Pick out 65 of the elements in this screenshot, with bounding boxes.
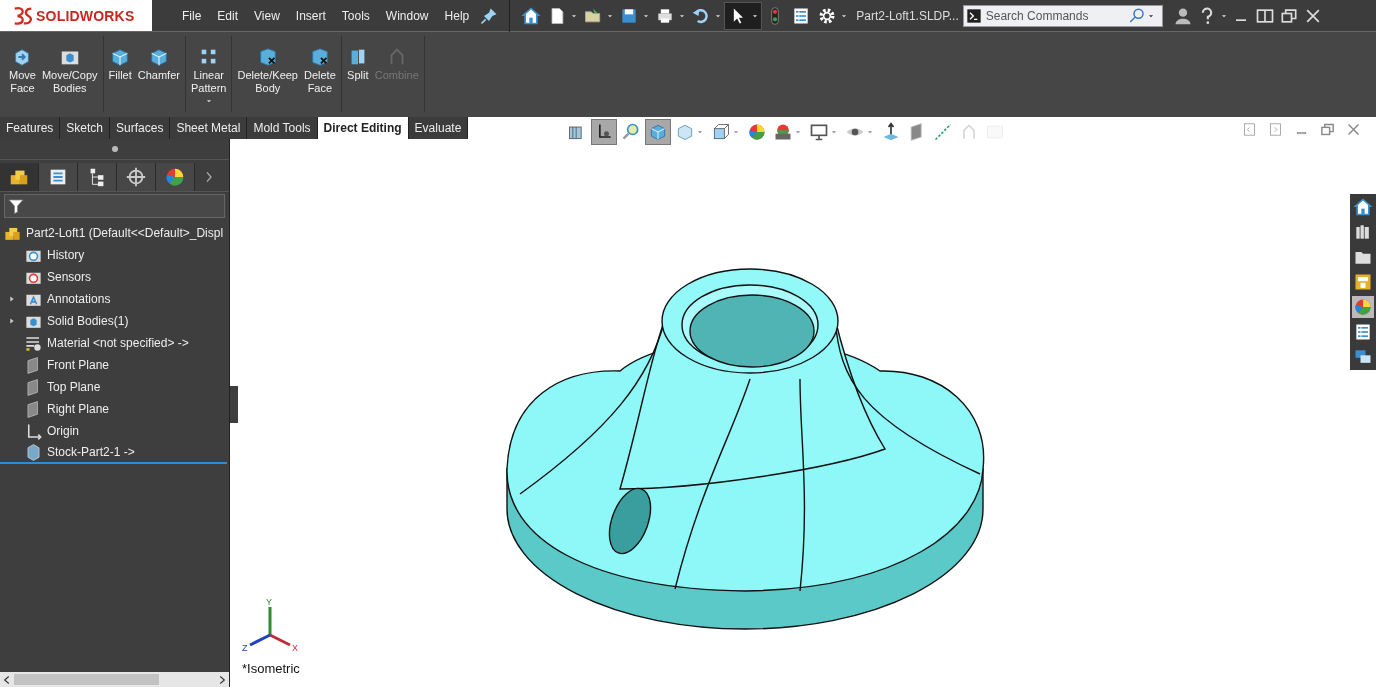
terminal-icon: [965, 7, 982, 24]
tree-item[interactable]: Solid Bodies(1): [0, 310, 229, 332]
search-field[interactable]: Search Commands: [962, 4, 1163, 27]
cube-icon: [675, 122, 695, 142]
tree-item[interactable]: Origin: [0, 420, 229, 442]
tab[interactable]: Direct Editing: [317, 117, 409, 139]
tree-item[interactable]: Top Plane: [0, 376, 229, 398]
tree-item[interactable]: Material <not specified> ->: [0, 332, 229, 354]
color-wheel-icon: [164, 166, 186, 188]
tree-item[interactable]: Annotations: [0, 288, 229, 310]
logo-text: SOLIDWORKS: [36, 7, 135, 24]
search-icon[interactable]: [1127, 6, 1146, 25]
dashed-line-icon: [933, 122, 953, 142]
view-orientation-label: *Isometric: [242, 661, 300, 676]
document-title: Part2-Loft1.SLDP...: [856, 8, 959, 23]
filter-field[interactable]: [4, 194, 225, 218]
filter-icon: [7, 197, 25, 215]
ribbon-button[interactable]: Move Face: [6, 36, 39, 95]
tree-item[interactable]: Right Plane: [0, 398, 229, 420]
ribbon-button[interactable]: Chamfer: [134, 36, 183, 82]
menu-item[interactable]: Window: [377, 8, 437, 23]
tree-item[interactable]: Stock-Part2-1 ->: [0, 442, 227, 464]
panel-tab[interactable]: [156, 163, 195, 191]
menu-item[interactable]: Tools: [333, 8, 378, 23]
panel-tab[interactable]: [39, 163, 78, 191]
ribbon-button[interactable]: Delete/Keep Body: [234, 36, 301, 95]
toolbar-button[interactable]: [724, 1, 763, 30]
search-input[interactable]: Search Commands: [981, 8, 1128, 23]
menu-item[interactable]: Insert: [287, 8, 334, 23]
ribbon-button[interactable]: Split: [343, 36, 372, 82]
panel-collapse-handle[interactable]: [230, 386, 238, 423]
color-wheel-icon: [747, 122, 767, 142]
axis-label: X: [292, 643, 298, 653]
menu-item[interactable]: File: [174, 8, 210, 23]
crosshair-icon: [125, 166, 147, 188]
splitter-handle[interactable]: [111, 146, 118, 152]
restore-icon[interactable]: [1319, 121, 1336, 138]
cube-icon: [648, 122, 668, 142]
panel-tab[interactable]: [117, 163, 156, 191]
menu-item[interactable]: View: [246, 8, 288, 23]
magnifier-icon: [621, 122, 641, 142]
part-icon: [24, 442, 43, 462]
tree-item[interactable]: History: [0, 244, 229, 266]
ribbon-button[interactable]: Delete Face: [301, 36, 339, 95]
scene-icon: [773, 122, 793, 142]
home-icon[interactable]: [1352, 196, 1374, 218]
axis-triad-icon: [249, 607, 291, 647]
color-wheel-icon[interactable]: [1352, 296, 1374, 318]
menu-item[interactable]: Help: [436, 8, 478, 23]
menu-item[interactable]: Edit: [209, 8, 247, 23]
panel-tab[interactable]: [0, 163, 39, 191]
view-cube-icon: [711, 122, 731, 142]
axis-label: Z: [242, 643, 248, 653]
tree-item[interactable]: Front Plane: [0, 354, 229, 376]
horizontal-scrollbar[interactable]: [0, 672, 229, 687]
logo-mark-icon: [12, 4, 34, 27]
tree-item[interactable]: Part2-Loft1 (Default<<Default>_Displ: [0, 222, 229, 244]
panel-tab[interactable]: [78, 163, 117, 191]
ribbon-button[interactable]: Linear Pattern: [187, 36, 230, 107]
ribbon-button[interactable]: Fillet: [105, 36, 135, 82]
ribbon-button[interactable]: Move/Copy Bodies: [38, 36, 101, 95]
scroll-thumb[interactable]: [14, 674, 159, 685]
axis-label: Y: [266, 597, 272, 607]
home-icon: [521, 5, 542, 26]
tree-item[interactable]: Sensors: [0, 266, 229, 288]
